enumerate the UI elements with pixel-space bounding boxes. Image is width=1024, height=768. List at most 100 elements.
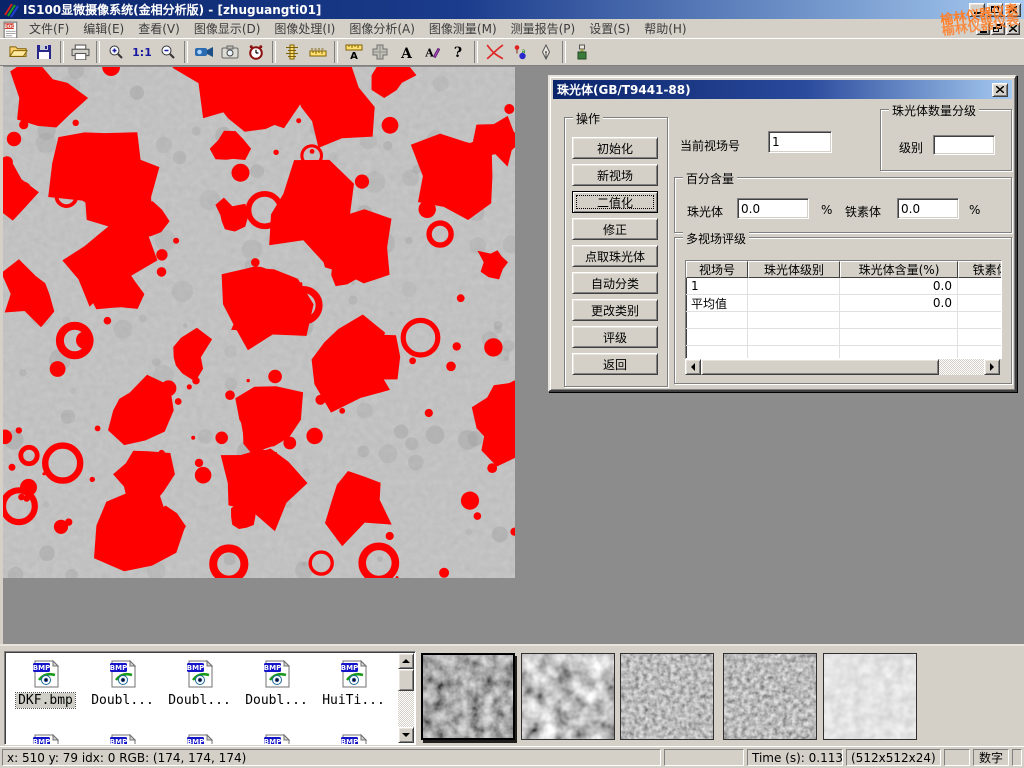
- file-name[interactable]: DKF.bmp: [16, 693, 75, 708]
- menu-item-6[interactable]: 图像测量(M): [422, 19, 504, 38]
- op-button-5[interactable]: 自动分类: [572, 272, 658, 294]
- file-item[interactable]: BMPDKF.bmp: [7, 656, 84, 730]
- preview-3[interactable]: [620, 653, 714, 740]
- open-icon[interactable]: [5, 40, 31, 64]
- dialog-close-button[interactable]: [992, 83, 1008, 97]
- measure-text-icon[interactable]: A: [341, 40, 367, 64]
- minimize-button[interactable]: [969, 3, 985, 17]
- caliper-icon[interactable]: [279, 40, 305, 64]
- file-item[interactable]: BMPDoubl...: [84, 656, 161, 730]
- table-row[interactable]: [686, 329, 1001, 346]
- table-cell: [958, 312, 1002, 328]
- op-button-7[interactable]: 评级: [572, 326, 658, 348]
- column-header-2[interactable]: 珠光体含量(%): [840, 261, 958, 278]
- svg-text:BMP: BMP: [109, 738, 126, 745]
- file-item[interactable]: BMP: [161, 730, 238, 745]
- menu-item-2[interactable]: 查看(V): [131, 19, 187, 38]
- ruler-icon[interactable]: [305, 40, 331, 64]
- file-item[interactable]: BMP: [238, 730, 315, 745]
- file-item[interactable]: BMP: [315, 730, 392, 745]
- column-header-0[interactable]: 视场号: [686, 261, 748, 278]
- menu-item-3[interactable]: 图像显示(D): [187, 19, 268, 38]
- menu-item-8[interactable]: 设置(S): [582, 19, 637, 38]
- file-item[interactable]: BMPDoubl...: [238, 656, 315, 730]
- title-bar[interactable]: IS100显微摄像系统(金相分析版) - [zhuguangti01]: [0, 0, 1024, 19]
- metallograph-image[interactable]: [3, 67, 515, 578]
- table-hscrollbar[interactable]: [685, 359, 1000, 375]
- grid-icon[interactable]: [367, 40, 393, 64]
- save-icon[interactable]: [31, 40, 57, 64]
- text-label-icon[interactable]: A: [393, 40, 419, 64]
- op-button-6[interactable]: 更改类别: [572, 299, 658, 321]
- menu-item-4[interactable]: 图像处理(I): [267, 19, 342, 38]
- preview-2[interactable]: [521, 653, 615, 740]
- toolbar-separator: [334, 41, 338, 63]
- menu-item-1[interactable]: 编辑(E): [76, 19, 131, 38]
- menu-item-5[interactable]: 图像分析(A): [342, 19, 422, 38]
- file-item[interactable]: BMP: [7, 730, 84, 745]
- help-icon[interactable]: ?: [445, 40, 471, 64]
- brush-icon[interactable]: [569, 40, 595, 64]
- op-button-4[interactable]: 点取珠光体: [572, 245, 658, 267]
- scroll-right-button[interactable]: [984, 359, 1000, 375]
- op-button-8[interactable]: 返回: [572, 353, 658, 375]
- svg-text:1:1: 1:1: [133, 46, 151, 59]
- op-button-1[interactable]: 新视场: [572, 164, 658, 186]
- file-name[interactable]: Doubl...: [166, 693, 233, 708]
- dimensions-text: (512x512x24): [851, 751, 936, 765]
- op-button-3[interactable]: 修正: [572, 218, 658, 240]
- table-cell: [686, 346, 748, 359]
- file-item[interactable]: BMP: [84, 730, 161, 745]
- menu-item-9[interactable]: 帮助(H): [637, 19, 693, 38]
- zoom-in-icon[interactable]: [103, 40, 129, 64]
- file-item[interactable]: BMPHuiTi...: [315, 656, 392, 730]
- table-row[interactable]: 10.0: [686, 278, 1001, 295]
- ferrite-percent-input[interactable]: [897, 198, 959, 219]
- file-item[interactable]: BMPDoubl...: [161, 656, 238, 730]
- scroll-up-button[interactable]: [398, 653, 414, 669]
- toolbar-separator: [562, 41, 566, 63]
- dialog-title-bar[interactable]: 珠光体(GB/T9441-88): [553, 80, 1012, 99]
- camera-icon[interactable]: [217, 40, 243, 64]
- hscroll-track[interactable]: [939, 359, 984, 375]
- child-close-button[interactable]: [1006, 22, 1020, 35]
- child-restore-button[interactable]: [991, 22, 1005, 35]
- timer-icon[interactable]: [243, 40, 269, 64]
- file-list-scrollbar[interactable]: [398, 653, 414, 743]
- table-row[interactable]: [686, 312, 1001, 329]
- table-row[interactable]: 平均值0.0: [686, 295, 1001, 312]
- preview-1[interactable]: [421, 653, 515, 740]
- scroll-down-button[interactable]: [398, 727, 414, 743]
- video-camera-icon[interactable]: [191, 40, 217, 64]
- file-name[interactable]: Doubl...: [243, 693, 310, 708]
- column-header-1[interactable]: 珠光体级别: [748, 261, 840, 278]
- close-button[interactable]: [1005, 3, 1021, 17]
- hscroll-thumb[interactable]: [701, 359, 939, 375]
- annotate-icon[interactable]: A: [419, 40, 445, 64]
- pearlite-percent-input[interactable]: [737, 198, 809, 219]
- file-name[interactable]: HuiTi...: [320, 693, 387, 708]
- actual-size-icon[interactable]: 1:1: [129, 40, 155, 64]
- menu-item-0[interactable]: 文件(F): [22, 19, 76, 38]
- op-button-0[interactable]: 初始化: [572, 137, 658, 159]
- multiview-table[interactable]: 视场号珠光体级别珠光体含量(%)铁素体含量(%)10.0平均值0.0: [685, 260, 1002, 359]
- vscroll-track[interactable]: [398, 691, 414, 727]
- current-view-input[interactable]: [768, 131, 832, 153]
- vscroll-thumb[interactable]: [398, 669, 414, 691]
- markers-icon[interactable]: a: [507, 40, 533, 64]
- maximize-button[interactable]: [987, 3, 1003, 17]
- zoom-out-icon[interactable]: [155, 40, 181, 64]
- preview-5[interactable]: [823, 653, 917, 740]
- menu-item-7[interactable]: 测量报告(P): [504, 19, 583, 38]
- level-input[interactable]: [933, 135, 995, 155]
- preview-4[interactable]: [723, 653, 817, 740]
- column-header-3[interactable]: 铁素体含量(%): [958, 261, 1002, 278]
- file-name[interactable]: Doubl...: [89, 693, 156, 708]
- print-icon[interactable]: [67, 40, 93, 64]
- op-button-2[interactable]: 二值化: [572, 191, 658, 213]
- scroll-left-button[interactable]: [685, 359, 701, 375]
- table-row[interactable]: [686, 346, 1001, 359]
- child-minimize-button[interactable]: [976, 22, 990, 35]
- curve-cut-icon[interactable]: [481, 40, 507, 64]
- pen-icon[interactable]: [533, 40, 559, 64]
